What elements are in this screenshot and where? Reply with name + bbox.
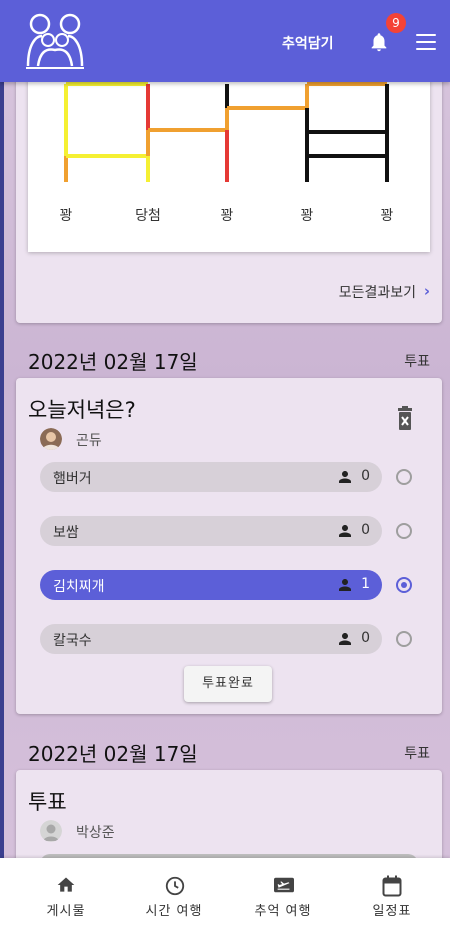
author-name: 박상준 xyxy=(76,825,115,841)
nav-label: 추억 여행 xyxy=(254,904,312,919)
nav-time-travel[interactable]: 시간 여행 xyxy=(118,858,230,937)
person-icon xyxy=(339,579,351,591)
ladder-result-label: 꽝 xyxy=(300,208,314,224)
option-radio-checked[interactable] xyxy=(396,577,412,593)
person-icon xyxy=(339,471,351,483)
flight-icon xyxy=(274,877,294,893)
vote-option-selected[interactable]: 김치찌개 1 xyxy=(40,570,382,600)
vote-title: 투표 xyxy=(28,790,67,814)
home-icon xyxy=(57,877,75,892)
clock-icon xyxy=(165,876,185,896)
option-radio[interactable] xyxy=(396,523,412,539)
vote-count: 1 xyxy=(361,576,370,592)
chevron-right-icon[interactable]: › xyxy=(424,282,430,300)
vote-count: 0 xyxy=(361,468,370,484)
notification-badge: 9 xyxy=(386,13,406,33)
avatar xyxy=(40,820,62,842)
app-header: 추억담기 9 xyxy=(0,0,450,82)
avatar xyxy=(40,428,62,450)
ladder-board: 꽝 당첨 꽝 꽝 꽝 xyxy=(28,70,430,252)
vote-complete-button[interactable]: 투표완료 xyxy=(184,666,272,702)
option-radio[interactable] xyxy=(396,469,412,485)
calendar-icon xyxy=(382,875,402,897)
option-label: 칼국수 xyxy=(53,633,92,649)
nav-schedule[interactable]: 일정표 xyxy=(336,858,448,937)
option-label: 김치찌개 xyxy=(53,579,105,595)
post-date: 2022년 02월 17일 xyxy=(28,742,198,766)
ladder-result-label: 꽝 xyxy=(59,208,73,224)
post-type-label: 투표 xyxy=(404,746,430,762)
family-logo-icon[interactable] xyxy=(22,10,88,72)
vote-count: 0 xyxy=(361,630,370,646)
vote-count: 0 xyxy=(361,522,370,538)
nav-label: 게시물 xyxy=(46,904,86,919)
author-name: 곤듀 xyxy=(76,433,102,449)
post-type-label: 투표 xyxy=(404,354,430,370)
ladder-result-label: 꽝 xyxy=(380,208,394,224)
post-date: 2022년 02월 17일 xyxy=(28,350,198,374)
left-edge-strip xyxy=(0,0,4,937)
ladder-result-card: 꽝 당첨 꽝 꽝 꽝 모든결과보기 › xyxy=(16,70,442,323)
option-label: 햄버거 xyxy=(53,471,92,487)
vote-card: 오늘저녁은? 곤듀 햄버거 0 보쌈 0 김치찌개 1 칼국수 0 투표완료 xyxy=(16,378,442,714)
vote-option[interactable]: 칼국수 0 xyxy=(40,624,382,654)
option-label: 보쌈 xyxy=(53,525,79,541)
nav-posts[interactable]: 게시물 xyxy=(10,858,122,937)
ladder-result-label: 꽝 xyxy=(220,208,234,224)
vote-option[interactable]: 햄버거 0 xyxy=(40,462,382,492)
delete-icon[interactable] xyxy=(396,406,414,432)
person-icon xyxy=(339,525,351,537)
nav-label: 일정표 xyxy=(372,904,412,919)
nav-memory-travel[interactable]: 추억 여행 xyxy=(227,858,339,937)
option-radio[interactable] xyxy=(396,631,412,647)
nav-label: 시간 여행 xyxy=(145,904,203,919)
hamburger-menu-icon[interactable] xyxy=(416,34,436,50)
person-icon xyxy=(339,633,351,645)
ladder-result-label: 당첨 xyxy=(135,208,161,224)
view-all-results-link[interactable]: 모든결과보기 xyxy=(339,282,416,302)
bottom-navigation: 게시물 시간 여행 추억 여행 일정표 xyxy=(0,858,450,937)
bell-icon[interactable] xyxy=(368,30,390,54)
add-memory-link[interactable]: 추억담기 xyxy=(282,33,334,53)
vote-title: 오늘저녁은? xyxy=(28,398,136,422)
vote-option[interactable]: 보쌈 0 xyxy=(40,516,382,546)
